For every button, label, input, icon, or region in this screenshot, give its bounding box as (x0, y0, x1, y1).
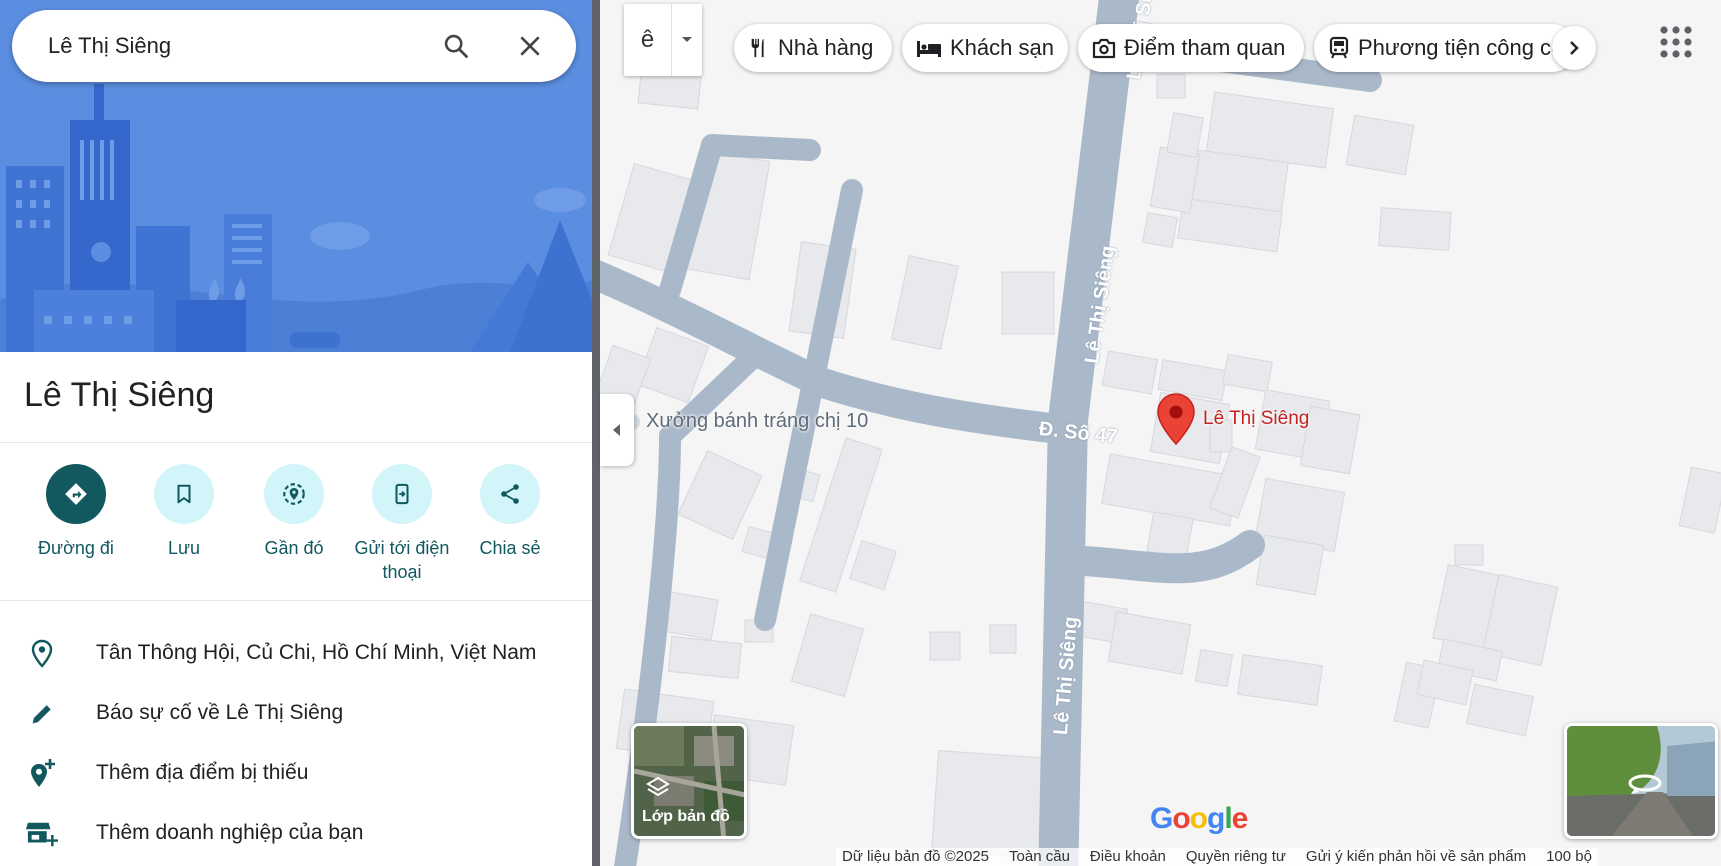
collapse-panel-button[interactable] (600, 394, 634, 466)
chip-restaurants[interactable]: Nhà hàng (734, 24, 892, 72)
footer-terms[interactable]: Điều khoản (1090, 848, 1166, 866)
panel-scrollbar[interactable] (592, 0, 600, 866)
rotate-360-icon (1628, 774, 1662, 794)
footer-scale[interactable]: 100 bộ (1546, 848, 1592, 866)
map-layers-button[interactable]: Lớp bản đồ (631, 723, 747, 839)
search-box (12, 10, 576, 82)
chip-attractions-label: Điểm tham quan (1124, 35, 1286, 60)
caret-down-icon (682, 37, 692, 42)
location-pin-icon (26, 638, 58, 670)
search-input[interactable] (48, 30, 428, 62)
layers-icon (646, 776, 670, 797)
camera-icon (1092, 38, 1116, 59)
chip-hotels[interactable]: Khách sạn (902, 24, 1068, 72)
add-business-row[interactable]: Thêm doanh nghiệp của bạn (0, 806, 592, 862)
directions-button[interactable]: Đường đi (22, 464, 130, 560)
save-label: Lưu (167, 538, 201, 558)
chip-attractions[interactable]: Điểm tham quan (1078, 24, 1304, 72)
nearby-label: Gần đó (264, 538, 324, 558)
pencil-icon (26, 698, 58, 730)
chip-transit[interactable]: Phương tiện công cộng (1314, 24, 1576, 72)
chevron-left-icon (613, 424, 620, 436)
input-tools: ê (624, 4, 702, 76)
train-icon (1329, 36, 1349, 59)
location-marker-icon[interactable] (1156, 392, 1196, 446)
footer-privacy[interactable]: Quyền riêng tư (1186, 848, 1286, 866)
divider (0, 442, 592, 443)
send-to-phone-button[interactable]: Gửi tới điện thoại (348, 464, 456, 584)
google-logo: Google (1150, 802, 1248, 835)
send-to-phone-label: Gửi tới điện thoại (354, 538, 450, 582)
search-icon[interactable] (438, 28, 474, 64)
chip-hotels-label: Khách sạn (950, 35, 1054, 60)
save-button[interactable]: Lưu (130, 464, 238, 560)
map-layers-label: Lớp bản đồ (642, 808, 730, 825)
chevron-right-icon (1570, 41, 1579, 55)
bookmark-icon (154, 464, 214, 524)
marker-label[interactable]: Lê Thị Siêng (1203, 408, 1309, 430)
input-language-dropdown[interactable] (672, 4, 702, 76)
place-panel: Lê Thị Siêng Đường đi Lưu Gần đó Gửi tới… (0, 0, 592, 866)
map-footer: Dữ liệu bản đồ ©2025 Toàn cầu Điều khoản… (836, 848, 1598, 866)
directions-icon (46, 464, 106, 524)
add-missing-place-text: Thêm địa điểm bị thiếu (96, 761, 309, 784)
nearby-icon (264, 464, 324, 524)
chip-restaurants-label: Nhà hàng (778, 35, 874, 60)
share-label: Chia sẻ (479, 538, 541, 558)
share-icon (480, 464, 540, 524)
add-business-icon (26, 818, 58, 850)
share-button[interactable]: Chia sẻ (456, 464, 564, 560)
footer-global[interactable]: Toàn cầu (1009, 848, 1070, 866)
input-language-button[interactable]: ê (624, 4, 672, 76)
footer-feedback[interactable]: Gửi ý kiến phản hồi về sản phẩm (1306, 848, 1526, 866)
nearby-button[interactable]: Gần đó (240, 464, 348, 560)
add-missing-place-row[interactable]: Thêm địa điểm bị thiếu (0, 746, 592, 802)
add-location-icon (26, 758, 58, 790)
report-issue-text: Báo sự cố về Lê Thị Siêng (96, 701, 344, 724)
street-view-button[interactable] (1564, 723, 1718, 839)
chips-next-button[interactable] (1552, 26, 1596, 70)
footer-map-data[interactable]: Dữ liệu bản đồ ©2025 (842, 848, 989, 866)
maps-app: Lê Thị Siêng Đường đi Lưu Gần đó Gửi tới… (0, 0, 1721, 866)
poi-label[interactable]: Xưởng bánh tráng chị 10 (646, 410, 868, 433)
send-to-phone-icon (372, 464, 432, 524)
add-business-text: Thêm doanh nghiệp của bạn (96, 821, 364, 844)
report-issue-row[interactable]: Báo sự cố về Lê Thị Siêng (0, 686, 592, 742)
close-icon[interactable] (512, 28, 548, 64)
divider (0, 600, 592, 601)
google-apps-icon[interactable] (1656, 22, 1696, 62)
fork-knife-icon (751, 38, 764, 58)
place-title: Lê Thị Siêng (24, 376, 215, 414)
chip-transit-label: Phương tiện công cộng (1358, 35, 1576, 60)
address-row[interactable]: Tân Thông Hội, Củ Chi, Hồ Chí Minh, Việt… (0, 626, 592, 682)
address-text: Tân Thông Hội, Củ Chi, Hồ Chí Minh, Việt… (96, 641, 537, 664)
bed-icon (917, 41, 941, 57)
directions-label: Đường đi (38, 538, 114, 558)
